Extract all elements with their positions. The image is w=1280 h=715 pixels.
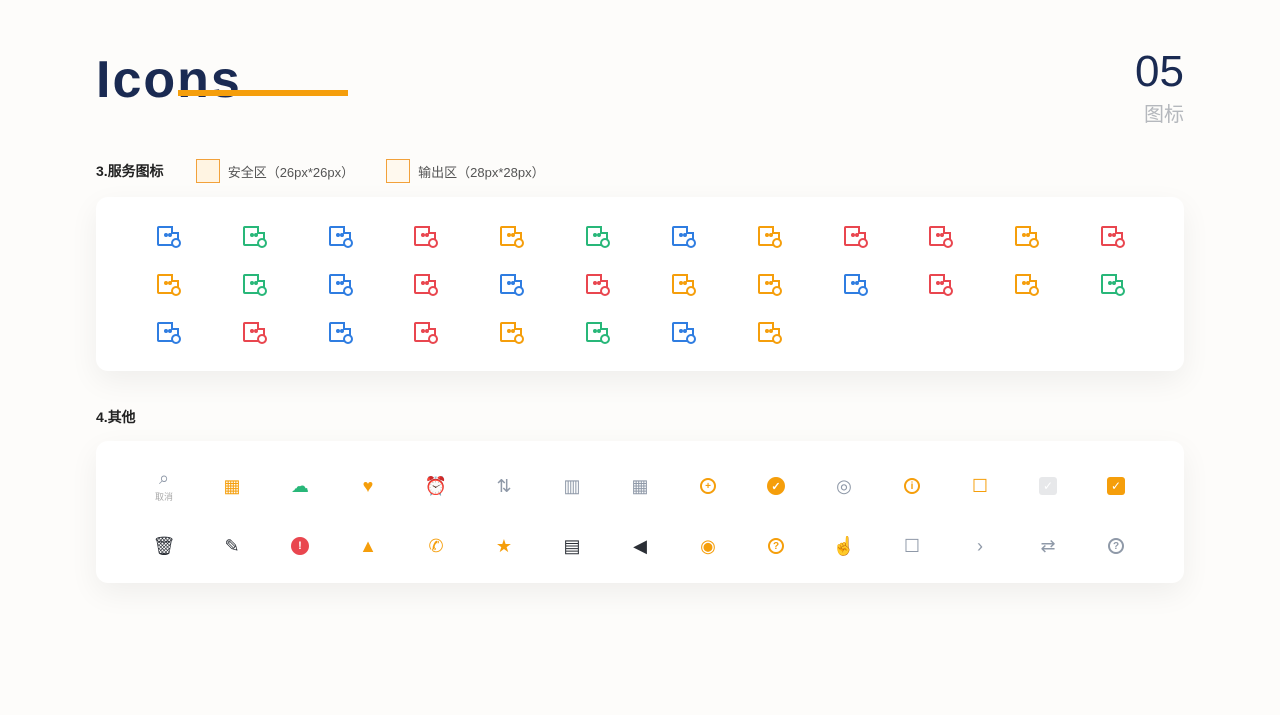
volume-icon: ◀ [606,537,674,555]
legend-output-area: 输出区（28px*28px） [386,159,544,183]
card-forward-icon [731,321,807,343]
heart-icon: ♥ [334,469,402,503]
page-title: Icons [96,50,242,110]
page-caption: 图标 [1135,98,1184,127]
doc-shield-icon [216,273,292,295]
add-circle-icon: + [674,469,742,503]
card-approve-icon [988,273,1064,295]
info-circle-icon: i [878,469,946,503]
help-gray-icon: ? [1082,537,1150,555]
help-circle-icon: ? [742,537,810,555]
page-header: Icons 05 图标 [96,50,1184,127]
thumbs-up-icon: ☝ [810,537,878,555]
sort-icon: ⇅ [470,469,538,503]
card-download-icon [817,273,893,295]
briefcase-icon: ☐ [946,469,1014,503]
swatch-safe-icon [196,159,220,183]
card-new-icon [1074,273,1150,295]
search-icon: ⌕取消 [130,469,198,503]
note-sync-icon [559,321,635,343]
card-remove-icon [216,321,292,343]
doc-refresh-icon [216,225,292,247]
save-icon: ▤ [538,537,606,555]
doc-time-icon [559,225,635,247]
check-circle-fill-icon: ✓ [742,469,810,503]
legend-safe-area: 安全区（26px*26px） [196,159,354,183]
qr-code-icon: ▦ [198,469,266,503]
card-coin-icon [645,273,721,295]
card-verified-icon [903,225,979,247]
checkbox-on-icon: ✓ [1082,469,1150,503]
card-add-icon [731,225,807,247]
note-edit-icon [130,273,206,295]
alert-fill-icon: ! [266,537,334,555]
star-fill-icon: ★ [470,537,538,555]
edit-icon: ✎ [198,537,266,555]
phone-icon: ✆ [402,537,470,555]
title-accent [178,90,348,96]
calendar-icon: ▦ [606,469,674,503]
service-icons-panel [96,197,1184,371]
section-service-title: 3.服务图标 [96,161,164,181]
doc-share-icon [302,273,378,295]
card-return-icon [988,225,1064,247]
location-pin-icon: ◎ [810,469,878,503]
alarm-clock-icon: ⏰ [402,469,470,503]
trash-icon: 🗑 [130,537,198,555]
other-icons-panel: ⌕取消▦☁♥⏰⇅▥▦+✓◎i☐✓✓🗑✎!▲✆★▤◀◉?☝☐›⇄? [96,441,1184,583]
card-edit-icon [1074,225,1150,247]
shuffle-icon: ⇄ [1014,537,1082,555]
doc-list-icon [645,225,721,247]
section-other-title: 4.其他 [96,407,1184,427]
briefcase-icon [645,321,721,343]
eye-icon: ◉ [674,537,742,555]
checkbox-off-icon: ✓ [1014,469,1082,503]
card-fire-icon [731,273,807,295]
page-number: 05 [1135,50,1184,94]
doc-pin-icon [559,273,635,295]
chevron-right-icon: › [946,537,1014,555]
wechat-icon: ☁ [266,469,334,503]
card-delete-icon [388,225,464,247]
doc-search-icon [130,225,206,247]
message-icon: ☐ [878,537,946,555]
page-number-block: 05 图标 [1135,50,1184,127]
card-flag-icon [817,225,893,247]
bar-chart-icon: ▥ [538,469,606,503]
card-minus-icon [302,321,378,343]
card-search-icon [473,273,549,295]
note-text-icon [473,321,549,343]
list-card-icon [130,321,206,343]
card-config-icon [473,225,549,247]
fire-icon: ▲ [334,537,402,555]
card-upload-icon [903,273,979,295]
card-spark-icon [388,273,464,295]
swatch-output-icon [386,159,410,183]
doc-stamp-icon [388,321,464,343]
doc-close-icon [302,225,378,247]
